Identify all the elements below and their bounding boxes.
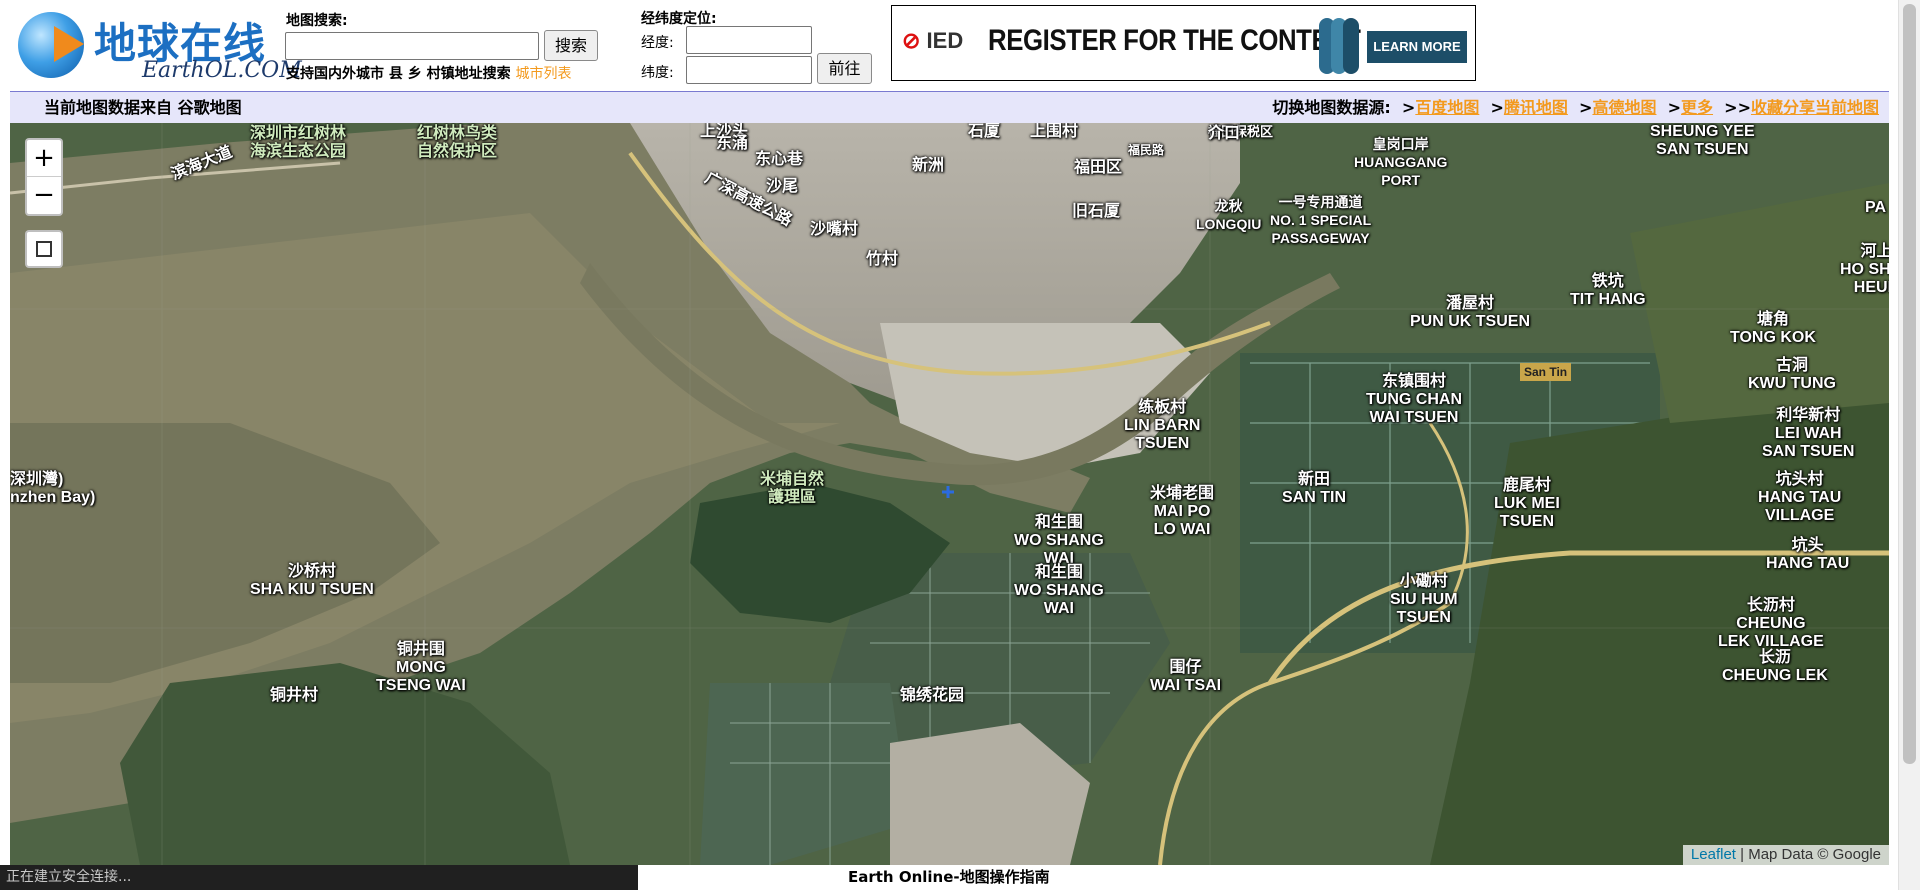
leaflet-link[interactable]: Leaflet (1691, 846, 1736, 863)
map-label: 利华新村 LEI WAH SAN TSUEN (1762, 407, 1855, 460)
page-scrollbar[interactable] (1898, 0, 1920, 890)
map-label: 坑头 HANG TAU (1766, 537, 1850, 572)
map-label: 东涌 (716, 135, 749, 152)
map-label: 新洲 (912, 157, 945, 174)
footer-guide-title: Earth Online-地图操作指南 (848, 868, 1050, 886)
browser-status-bar: 正在建立安全连接... (0, 865, 638, 890)
search-button[interactable]: 搜索 (544, 30, 598, 61)
share-map-link[interactable]: 收藏分享当前地图 (1751, 98, 1879, 117)
map-label: 福民路 (1128, 143, 1165, 157)
gaode-map-link[interactable]: 高德地图 (1592, 98, 1656, 117)
map-label: 长沥村 CHEUNG LEK VILLAGE (1718, 597, 1824, 650)
map-label: 旧石厦 (1072, 203, 1121, 220)
header: 地球在线 EarthOL.COM 地图搜索: 搜索 支持国内外城市 县 乡 村镇… (0, 0, 1920, 90)
map-label: 石厦 (968, 123, 1001, 140)
map-label: 古洞 KWU TUNG (1748, 357, 1836, 392)
search-hint-text: 支持国内外城市 县 乡 村镇地址搜索 (286, 66, 511, 82)
arrow-icon (54, 26, 84, 62)
tencent-map-link[interactable]: 腾讯地图 (1504, 98, 1568, 117)
ad-brand-text: IED (926, 28, 964, 53)
satellite-imagery (10, 123, 1889, 865)
map-label: 河上HO SHEUHEUN (1840, 243, 1889, 296)
map-label: 小磡村 SIU HUM TSUEN (1390, 573, 1458, 626)
search-hint: 支持国内外城市 县 乡 村镇地址搜索 城市列表 (286, 63, 572, 83)
map-label: 皇岗口岸 HUANGGANG PORT (1354, 136, 1448, 188)
map-label: 米埔自然 護理區 (760, 471, 825, 506)
map-label: 一号专用通道 NO. 1 SPECIAL PASSAGEWAY (1270, 194, 1372, 246)
map-label: 铜井村 (270, 687, 319, 704)
map-label: 长沥 CHEUNG LEK (1722, 649, 1828, 684)
city-list-link[interactable]: 城市列表 (516, 66, 572, 82)
go-button[interactable]: 前往 (817, 53, 872, 84)
zoom-out-button[interactable]: − (27, 177, 61, 214)
baidu-map-link[interactable]: 百度地图 (1415, 98, 1479, 117)
site-logo[interactable]: 地球在线 EarthOL.COM (18, 10, 302, 84)
map-label: 上围村 (1030, 123, 1079, 140)
lat-label: 纬度: (641, 65, 674, 81)
lat-input[interactable] (686, 56, 812, 84)
zoom-control: + − (25, 138, 63, 216)
attribution-text: | Map Data © Google (1735, 846, 1881, 863)
ad-headline: REGISTER FOR THE CONTEST (988, 24, 1361, 57)
lng-input[interactable] (686, 26, 812, 54)
map-label: 竹村 (866, 251, 899, 268)
map-label: 和生围 WO SHANG WAI (1014, 514, 1104, 567)
more-maps-link[interactable]: 更多 (1681, 98, 1713, 117)
map-label: PA (1865, 199, 1887, 216)
ad-logo-icon (1319, 18, 1359, 74)
brand-mark-icon: ⊘ (902, 28, 927, 53)
map-label: 新田 SAN TIN (1282, 471, 1346, 506)
map-label: 东镇围村 TUNG CHAN WAI TSUEN (1366, 373, 1462, 426)
map-label: 潘屋村 PUN UK TSUEN (1410, 295, 1531, 330)
map-attribution: Leaflet | Map Data © Google (1682, 845, 1889, 865)
map-label: 铜井围 MONG TSENG WAI (376, 641, 466, 694)
map-label: 龙秋 LONGQIU (1196, 198, 1262, 232)
map-label: 鹿尾村 LUK MEI TSUEN (1494, 477, 1560, 530)
switch-source-group: 切换地图数据源: >百度地图 >腾讯地图 >高德地图 >更多 >>收藏分享当前地… (1272, 98, 1879, 117)
coords-label: 经纬度定位: (641, 11, 717, 27)
map-label: 锦绣花园 (900, 687, 965, 704)
ad-banner[interactable]: ⊘ IED REGISTER FOR THE CONTEST LEARN MOR… (891, 5, 1476, 81)
map-label: 东心巷 (755, 151, 804, 168)
map-label: 塘角 TONG KOK (1730, 311, 1816, 346)
scrollbar-thumb[interactable] (1903, 4, 1916, 764)
map-label: 福田区 (1074, 159, 1123, 176)
lng-label: 经度: (641, 35, 674, 51)
current-source-text: 当前地图数据来自 谷歌地图 (44, 98, 242, 117)
map-label: 米埔老围 MAI PO LO WAI (1150, 485, 1215, 538)
ad-brand: ⊘ IED (902, 28, 963, 54)
map-label: 沙桥村 SHA KIU TSUEN (250, 563, 374, 598)
map-label: 红树林鸟类 自然保护区 (417, 125, 498, 160)
map-label: 深圳市红树林 海滨生态公园 (250, 125, 347, 160)
map-label: 和生围 WO SHANG WAI (1014, 564, 1104, 617)
satellite-map[interactable]: + − 深圳市红树林 海滨生态公园 红树林鸟类 自然保护区 滨海大道 上沙头 东涌 … (10, 123, 1889, 865)
map-source-bar: 当前地图数据来自 谷歌地图 切换地图数据源: >百度地图 >腾讯地图 >高德地图… (10, 91, 1889, 123)
zoom-in-button[interactable]: + (27, 140, 61, 177)
map-label: 练板村 LIN BARN TSUEN (1124, 399, 1201, 452)
map-label: 介口 (1208, 125, 1241, 142)
fullscreen-button[interactable] (25, 230, 63, 268)
map-label: 坑头村 HANG TAU VILLAGE (1758, 471, 1842, 524)
map-label: 深圳灣) nzhen Bay) (10, 471, 96, 506)
ad-learn-more-button[interactable]: LEARN MORE (1367, 31, 1467, 63)
road-label: San Tin (1520, 363, 1572, 381)
logo-en-text: EarthOL.COM (142, 58, 302, 83)
switch-source-label: 切换地图数据源: (1272, 98, 1391, 117)
map-label: 沙嘴村 (810, 221, 859, 238)
search-label: 地图搜索: (286, 13, 348, 29)
map-label: 沙尾 (766, 178, 799, 195)
map-label: 围仔 WAI TSAI (1150, 659, 1222, 694)
map-label: SHEUNG YEE SAN TSUEN (1650, 123, 1755, 158)
map-label: 铁坑 TIT HANG (1570, 273, 1646, 308)
search-input[interactable] (285, 32, 539, 60)
